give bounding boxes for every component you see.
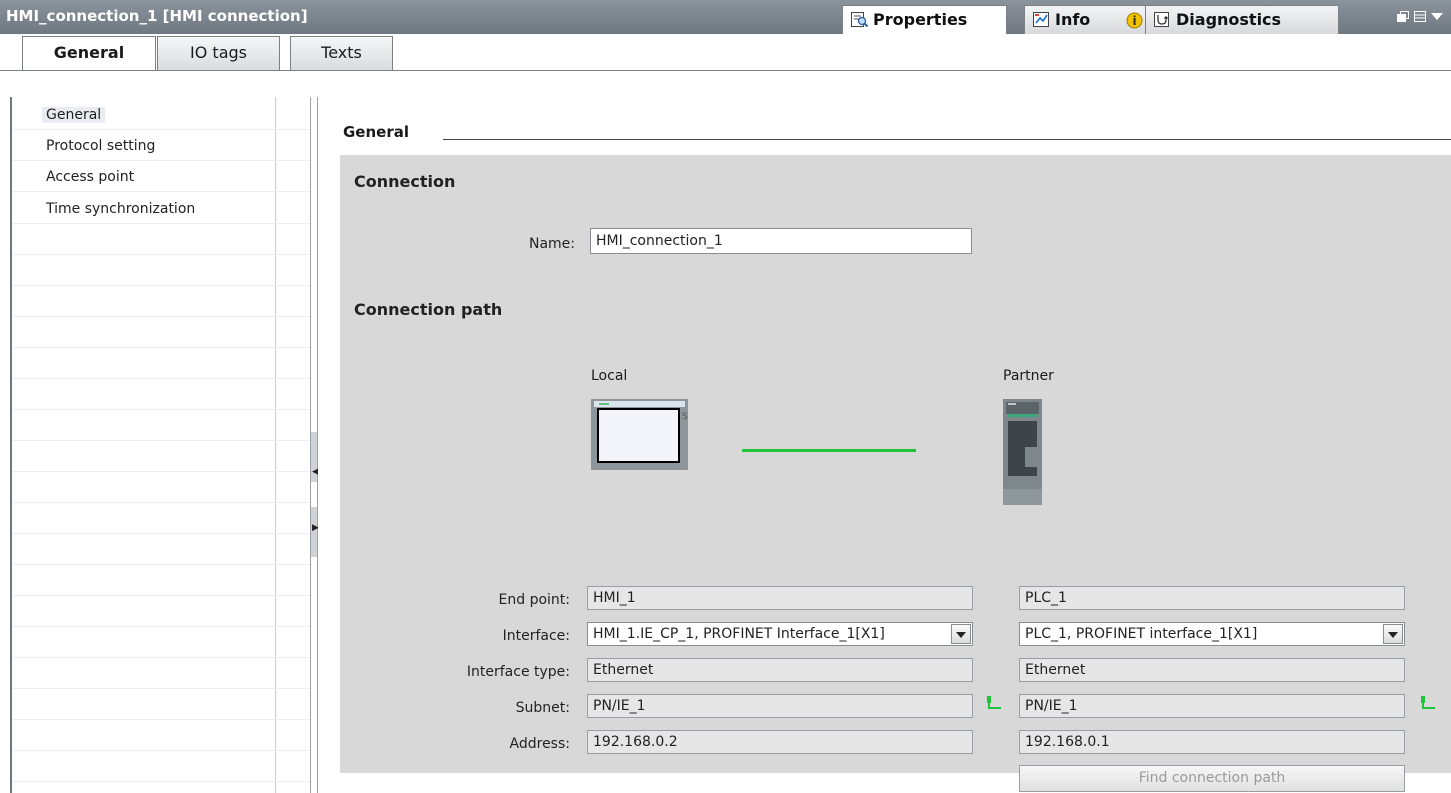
local-label: Local <box>591 368 628 384</box>
section-divider <box>443 139 1451 140</box>
tree-row-line <box>12 316 310 317</box>
tree-row-line <box>12 502 310 503</box>
connection-name-input[interactable]: HMI_connection_1 <box>590 228 972 254</box>
tab-divider <box>0 70 1451 71</box>
general-panel: Connection Name: HMI_connection_1 Connec… <box>340 155 1451 792</box>
tree-row-line <box>12 750 310 751</box>
local-interface-dropdown-button[interactable] <box>951 624 971 644</box>
navigation-tree: General Protocol setting Access point Ti… <box>0 97 310 793</box>
tree-row-line <box>12 285 310 286</box>
interface-type-label: Interface type: <box>466 664 570 680</box>
tree-row-line <box>12 688 310 689</box>
local-subnet-field: PN/IE_1 <box>587 694 973 718</box>
partner-interface-value: PLC_1, PROFINET interface_1[X1] <box>1025 626 1258 642</box>
partner-label: Partner <box>1003 368 1054 384</box>
layout-menu-icon[interactable] <box>1414 11 1426 22</box>
subnet-label: Subnet: <box>515 700 570 716</box>
interface-label: Interface: <box>502 628 570 644</box>
connection-path-heading: Connection path <box>354 300 503 319</box>
find-connection-path-button[interactable]: Find connection path <box>1019 765 1405 792</box>
tree-row-line <box>12 347 310 348</box>
tree-item-general[interactable]: General <box>42 107 106 123</box>
local-interface-type-field: Ethernet <box>587 658 973 682</box>
tree-row-line <box>12 129 310 130</box>
tab-properties-label: Properties <box>873 10 968 29</box>
inspector-title-bar: HMI_connection_1 [HMI connection] Proper… <box>0 0 1451 35</box>
properties-icon <box>851 12 868 27</box>
connection-heading: Connection <box>354 172 456 191</box>
tab-texts-label: Texts <box>321 43 362 62</box>
plc-device-image <box>1003 399 1042 505</box>
svg-text:S: S <box>682 412 688 422</box>
tree-item-protocol-setting[interactable]: Protocol setting <box>46 138 155 154</box>
subnet-network-icon <box>987 696 1001 709</box>
tree-row-line <box>12 409 310 410</box>
partner-interface-type-field: Ethernet <box>1019 658 1405 682</box>
tree-item-access-point[interactable]: Access point <box>46 169 134 185</box>
tree-row-line <box>12 254 310 255</box>
local-interface-dropdown[interactable]: HMI_1.IE_CP_1, PROFINET Interface_1[X1] <box>587 622 973 646</box>
properties-content: General Connection Name: HMI_connection_… <box>318 97 1451 793</box>
local-end-point-field: HMI_1 <box>587 586 973 610</box>
tree-row-line <box>12 781 310 782</box>
tab-properties[interactable]: Properties <box>842 5 1007 34</box>
local-address-field: 192.168.0.2 <box>587 730 973 754</box>
section-title: General <box>343 123 409 141</box>
connection-link-line <box>742 449 916 452</box>
tab-general-label: General <box>53 43 125 62</box>
tree-row-line <box>12 719 310 720</box>
restore-icon[interactable] <box>1397 11 1409 22</box>
chevron-down-icon[interactable] <box>1431 11 1443 22</box>
tab-diagnostics-label: Diagnostics <box>1176 10 1282 29</box>
tree-row-line <box>12 533 310 534</box>
window-title: HMI_connection_1 [HMI connection] <box>6 7 308 25</box>
tree-item-time-synchronization[interactable]: Time synchronization <box>46 201 195 217</box>
end-point-label: End point: <box>498 592 570 608</box>
tree-row-line <box>12 191 310 192</box>
address-label: Address: <box>509 736 570 752</box>
tree-row-line <box>12 657 310 658</box>
tree-row-line <box>12 223 310 224</box>
diagnostics-icon <box>1154 12 1169 27</box>
tree-row-line <box>12 626 310 627</box>
tab-info-label: Info <box>1055 10 1091 29</box>
partner-interface-dropdown[interactable]: PLC_1, PROFINET interface_1[X1] <box>1019 622 1405 646</box>
partner-address-field: 192.168.0.1 <box>1019 730 1405 754</box>
tab-texts[interactable]: Texts <box>290 36 393 70</box>
tree-row-line <box>12 440 310 441</box>
tree-row-line <box>12 471 310 472</box>
tree-row-line <box>12 595 310 596</box>
info-icon <box>1033 12 1049 27</box>
tree-row-line <box>12 160 310 161</box>
editor-tab-row: General IO tags Texts <box>0 34 1451 97</box>
hmi-device-image: S <box>591 399 688 470</box>
partner-end-point-field: PLC_1 <box>1019 586 1405 610</box>
tab-general[interactable]: General <box>22 36 156 71</box>
tree-row-line <box>12 378 310 379</box>
tree-row-line <box>12 564 310 565</box>
local-interface-value: HMI_1.IE_CP_1, PROFINET Interface_1[X1] <box>593 626 885 642</box>
name-label: Name: <box>528 236 575 252</box>
tab-io-tags-label: IO tags <box>190 43 247 62</box>
tab-diagnostics[interactable]: Diagnostics <box>1145 5 1339 34</box>
tab-io-tags[interactable]: IO tags <box>157 36 280 70</box>
partner-subnet-field: PN/IE_1 <box>1019 694 1405 718</box>
info-warning-icon: i <box>1126 12 1143 29</box>
partner-interface-dropdown-button[interactable] <box>1383 624 1403 644</box>
svg-text:i: i <box>1132 14 1136 28</box>
panel-splitter[interactable]: ◀ ▶ <box>310 97 319 793</box>
subnet-network-icon <box>1421 696 1435 709</box>
